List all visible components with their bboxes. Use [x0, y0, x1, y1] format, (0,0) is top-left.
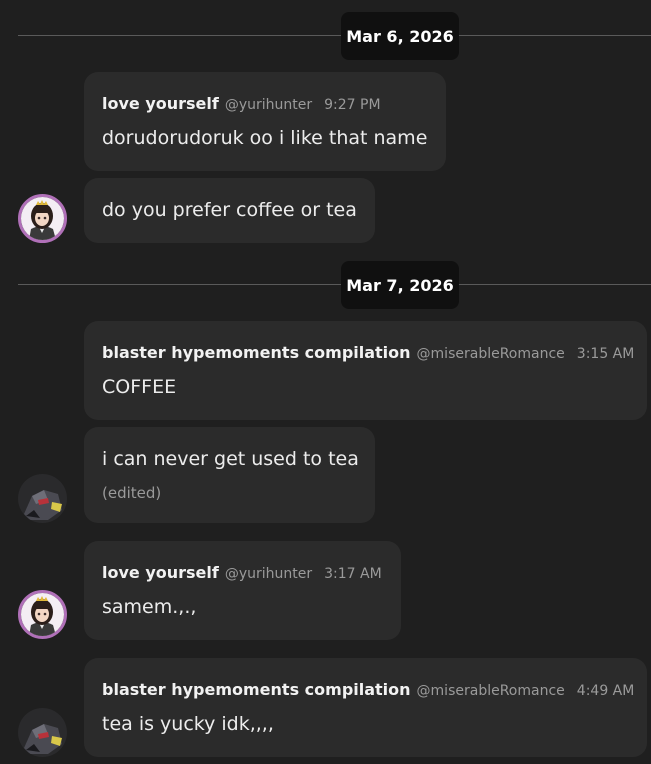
robot-avatar-icon[interactable]	[18, 474, 67, 523]
message-text: dorudorudoruk oo i like that name	[102, 127, 428, 149]
date-separator: Mar 6, 2026	[341, 12, 459, 60]
robot-avatar-icon[interactable]	[18, 708, 67, 757]
message-text: COFFEE	[102, 376, 177, 398]
message-header: blaster hypemoments compilation @miserab…	[102, 680, 634, 699]
message-bubble[interactable]: love yourself @yurihunter 3:17 AM samem.…	[84, 541, 401, 640]
message-bubble[interactable]: do you prefer coffee or tea	[84, 178, 375, 243]
message-bubble[interactable]: blaster hypemoments compilation @miserab…	[84, 658, 647, 757]
author-handle: @yurihunter	[224, 97, 313, 113]
message-text: tea is yucky idk,,,,	[102, 713, 274, 735]
message-text: i can never get used to tea	[102, 448, 359, 470]
author-name[interactable]: love yourself	[102, 563, 219, 582]
message-timestamp: 9:27 PM	[324, 97, 381, 113]
author-name[interactable]: blaster hypemoments compilation	[102, 343, 411, 362]
author-handle: @miserableRomance	[416, 683, 565, 699]
message-timestamp: 3:17 AM	[324, 566, 382, 582]
author-handle: @yurihunter	[224, 566, 313, 582]
message-header: love yourself @yurihunter 9:27 PM	[102, 94, 381, 113]
message-timestamp: 3:15 AM	[576, 346, 635, 362]
date-divider-line	[18, 284, 651, 285]
author-name[interactable]: blaster hypemoments compilation	[102, 680, 411, 699]
edited-indicator: (edited)	[102, 484, 162, 502]
anime-girl-avatar-icon[interactable]	[18, 590, 67, 639]
message-bubble[interactable]: love yourself @yurihunter 9:27 PM dorudo…	[84, 72, 446, 171]
message-header: blaster hypemoments compilation @miserab…	[102, 343, 634, 362]
date-divider-line	[18, 35, 651, 36]
message-bubble[interactable]: blaster hypemoments compilation @miserab…	[84, 321, 647, 420]
anime-girl-avatar-icon[interactable]	[18, 194, 67, 243]
message-text: do you prefer coffee or tea	[102, 199, 357, 221]
message-timestamp: 4:49 AM	[576, 683, 635, 699]
message-bubble[interactable]: i can never get used to tea (edited)	[84, 427, 375, 523]
author-handle: @miserableRomance	[416, 346, 565, 362]
date-separator: Mar 7, 2026	[341, 261, 459, 309]
message-header: love yourself @yurihunter 3:17 AM	[102, 563, 382, 582]
author-name[interactable]: love yourself	[102, 94, 219, 113]
message-text: samem.,.,	[102, 596, 197, 618]
